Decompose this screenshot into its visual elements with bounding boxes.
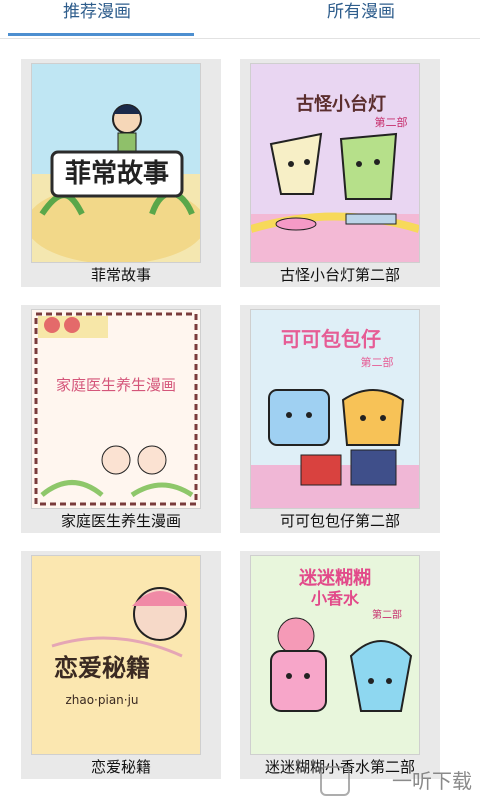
tab-recommended[interactable]: 推荐漫画 [0, 0, 194, 36]
cover-sub-text: 第二部 [375, 115, 408, 129]
cover-title-text: 菲常故事 [65, 159, 169, 189]
cover-sub-text: 第二部 [372, 608, 402, 621]
comic-cover[interactable]: 古怪小台灯 第二部 [250, 63, 420, 263]
comic-title: 恋爱秘籍 [90, 758, 151, 776]
cover-title-text: 可可包包仔 [281, 327, 381, 351]
comic-grid: 菲常故事 菲常故事 古怪小台灯 第二部 古怪小台灯第二部 家庭医生养生漫画 家庭… [0, 38, 480, 800]
active-tab-indicator [8, 33, 194, 36]
tab-bar: 推荐漫画 所有漫画 [0, 0, 480, 39]
comic-card[interactable]: 菲常故事 菲常故事 [21, 59, 221, 287]
cover-title-text-2: 小香水 [311, 589, 360, 608]
comic-title: 可可包包仔第二部 [279, 512, 400, 530]
comic-title: 家庭医生养生漫画 [60, 512, 181, 530]
watermark-logo-icon [320, 766, 350, 796]
comic-card[interactable]: 可可包包仔 第二部 可可包包仔第二部 [240, 305, 440, 533]
cover-title-text: 古怪小台灯 [296, 93, 386, 115]
comic-cover[interactable]: 恋爱秘籍 zhao·pian·ju [31, 555, 201, 755]
cover-sub-text: 第二部 [361, 355, 394, 369]
tab-all[interactable]: 所有漫画 [264, 0, 458, 36]
comic-cover[interactable]: 家庭医生养生漫画 [31, 309, 201, 509]
comic-title: 古怪小台灯第二部 [279, 266, 400, 284]
comic-cover[interactable]: 可可包包仔 第二部 [250, 309, 420, 509]
cover-title-text: 迷迷糊糊 [298, 568, 371, 589]
watermark-text: 一听下载 [392, 769, 472, 793]
comic-card[interactable]: 古怪小台灯 第二部 古怪小台灯第二部 [240, 59, 440, 287]
comic-card[interactable]: 家庭医生养生漫画 家庭医生养生漫画 [21, 305, 221, 533]
cover-sub-text: zhao·pian·ju [65, 693, 138, 707]
comic-cover[interactable]: 迷迷糊糊 小香水 第二部 [250, 555, 420, 755]
comic-cover[interactable]: 菲常故事 [31, 63, 201, 263]
cover-title-text: 家庭医生养生漫画 [56, 376, 176, 394]
comic-title: 菲常故事 [90, 266, 151, 284]
cover-title-text: 恋爱秘籍 [54, 654, 150, 682]
comic-card[interactable]: 迷迷糊糊 小香水 第二部 迷迷糊糊小香水第二部 [240, 551, 440, 779]
comic-card[interactable]: 恋爱秘籍 zhao·pian·ju 恋爱秘籍 [21, 551, 221, 779]
